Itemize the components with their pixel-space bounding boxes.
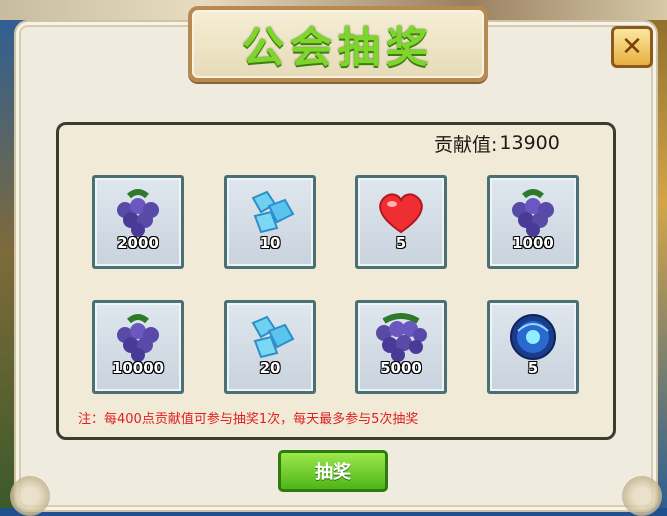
reward-count: 10000 [111,359,165,377]
reward-count: 5000 [380,359,422,377]
heart-icon [379,193,423,234]
reward-count: 2000 [117,234,159,252]
draw-button[interactable]: 抽奖 [278,450,388,492]
page-title: 公会抽奖 [241,22,434,72]
grape-icon [117,189,159,237]
reward-slot-8[interactable]: 5 [487,300,579,394]
close-button[interactable]: ✕ [611,26,653,68]
grape-icon [376,313,427,362]
reward-slot-3[interactable]: 5 [355,175,447,269]
grape-icon [117,314,159,362]
reward-count: 5 [527,359,539,377]
reward-slot-5[interactable]: 10000 [92,300,184,394]
reward-slot-4[interactable]: 1000 [487,175,579,269]
close-icon: ✕ [621,32,643,62]
reward-slot-1[interactable]: 2000 [92,175,184,269]
lottery-note: 注：每400点贡献值可参与抽奖1次，每天最多参与5次抽奖 [78,412,419,427]
reward-count: 1000 [512,234,554,252]
reward-slot-6[interactable]: 20 [224,300,316,394]
diamond-icon [251,315,295,359]
reward-slot-7[interactable]: 5000 [355,300,447,394]
contribution-display: 贡献值: 13900 [434,130,560,156]
orb-icon [510,314,556,360]
contribution-label: 贡献值: [434,133,498,156]
corner-ornament-bottom-left [10,476,50,516]
corner-ornament-bottom-right [622,476,662,516]
reward-count: 10 [259,234,281,252]
grape-icon [512,189,554,237]
reward-count: 20 [259,359,281,377]
reward-slot-2[interactable]: 10 [224,175,316,269]
reward-count: 5 [395,234,407,252]
diamond-icon [251,190,295,234]
contribution-value: 13900 [499,132,560,154]
title-plaque: 公会抽奖 [188,6,488,82]
